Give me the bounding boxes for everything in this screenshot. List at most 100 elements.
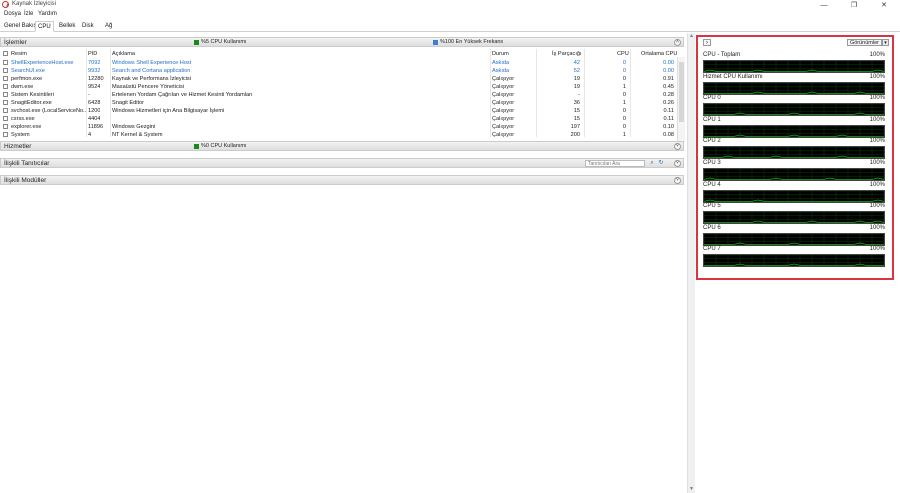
cpu-graph-plot [703, 81, 885, 95]
table-row[interactable]: SearchUI.exe 9932 Search and Cortana appli… [0, 67, 677, 75]
process-threads-cell: - [578, 92, 580, 98]
process-checkbox[interactable] [3, 84, 8, 89]
process-checkbox[interactable] [3, 60, 8, 65]
tab-overview[interactable]: Genel Bakış [2, 21, 39, 31]
process-status-cell: Çalışıyor [492, 92, 515, 98]
process-status-cell: Askıda [492, 60, 510, 66]
search-icon[interactable]: ⌕ [648, 160, 656, 167]
expand-services-icon[interactable]: ˅ [674, 143, 681, 150]
process-image-cell: Sistem Kesintileri [11, 92, 54, 98]
process-threads-cell: 15 [573, 108, 580, 114]
services-cpu-swatch [194, 143, 199, 149]
handles-header[interactable]: İlişkili Tanıtıcılar Tanıtıcıları Ara ⌕ … [0, 158, 684, 168]
cpu-graph-plot [703, 232, 885, 246]
cpu-graph-label: CPU 1 [703, 116, 721, 123]
process-description-cell: Kaynak ve Performans İzleyicisi [112, 76, 191, 82]
close-button[interactable]: ✕ [869, 0, 899, 10]
table-row[interactable]: dwm.exe 9524 Masaüstü Pencere Yöneticisi Ça… [0, 83, 677, 91]
cpu-graph-label: CPU 6 [703, 224, 721, 231]
menu-file[interactable]: Dosya [4, 11, 21, 17]
tab-network[interactable]: Ağ [103, 21, 114, 31]
cpu-graph-plot [703, 254, 885, 268]
process-threads-cell: 19 [573, 76, 580, 82]
maximize-button[interactable]: ❐ [839, 0, 869, 10]
handles-title: İlişkili Tanıtıcılar [4, 160, 50, 167]
process-checkbox[interactable] [3, 92, 8, 97]
process-image-cell: dwm.exe [11, 84, 34, 90]
process-checkbox[interactable] [3, 68, 8, 73]
process-status-cell: Çalışıyor [492, 108, 515, 114]
process-pid-cell: 1200 [88, 108, 101, 114]
processes-table: ShellExperienceHost.exe 7092 Windows Shell… [0, 33, 677, 137]
table-row[interactable]: System 4 NT Kernel & System Çalışıyor 200 1 0.… [0, 131, 677, 137]
table-row[interactable]: ShellExperienceHost.exe 7092 Windows Shell… [0, 59, 677, 67]
table-row[interactable]: Sistem Kesintileri - Ertelenen Yordam Çağr… [0, 91, 677, 99]
table-row[interactable]: perfmon.exe 12280 Kaynak ve Performans İzl… [0, 75, 677, 83]
tab-disk[interactable]: Disk [80, 21, 96, 31]
services-cpu-meter: %0 CPU Kullanımı [194, 143, 247, 149]
processes-scroll-thumb[interactable] [679, 62, 684, 122]
process-avg-cpu-cell: 0.28 [663, 92, 674, 98]
process-avg-cpu-cell: 0.26 [663, 100, 674, 106]
process-cpu-cell: 0 [622, 116, 626, 122]
scroll-down-arrow-icon[interactable]: ▼ [688, 486, 695, 493]
table-row[interactable]: csrss.exe 4404 Çalışıyor 15 0 0.11 [0, 115, 677, 123]
minimize-button[interactable]: — [809, 0, 839, 10]
cpu-graph-label: CPU 7 [703, 246, 721, 253]
process-description-cell: NT Kernel & System [112, 132, 163, 137]
cpu-graph-label: Hizmet CPU Kullanımı [703, 73, 763, 80]
modules-header[interactable]: İlişkili Modüller ˅ [0, 175, 684, 185]
process-checkbox[interactable] [3, 76, 8, 81]
tab-cpu[interactable]: CPU [35, 21, 54, 32]
table-row[interactable]: svchost.exe (LocalServiceNo... 1200 Window… [0, 107, 677, 115]
process-description-cell: Masaüstü Pencere Yöneticisi [112, 84, 185, 90]
process-checkbox[interactable] [3, 116, 8, 121]
refresh-icon[interactable]: ↻ [657, 160, 665, 167]
table-row[interactable]: SnagitEditor.exe 6428 Snagit Editor Çalışıy… [0, 99, 677, 107]
services-header[interactable]: Hizmetler %0 CPU Kullanımı ˅ [0, 141, 684, 151]
cpu-graph-plot [703, 124, 885, 138]
processes-scrollbar[interactable] [677, 57, 685, 143]
process-checkbox[interactable] [3, 124, 8, 129]
column-divider [584, 49, 585, 137]
cpu-graph-plot [703, 146, 885, 160]
process-checkbox[interactable] [3, 132, 8, 137]
expand-handles-icon[interactable]: ˅ [674, 160, 681, 167]
process-pid-cell: 9932 [88, 68, 101, 74]
scroll-up-arrow-icon[interactable]: ▲ [688, 33, 695, 40]
process-cpu-cell: 0 [622, 92, 626, 98]
expand-modules-icon[interactable]: ˅ [674, 177, 681, 184]
process-avg-cpu-cell: 0.45 [663, 84, 674, 90]
title-bar: Kaynak İzleyicisi — ❐ ✕ [0, 0, 900, 10]
process-checkbox[interactable] [3, 108, 8, 113]
table-row[interactable]: explorer.exe 11896 Windows Gezgini Çalışıyo… [0, 123, 677, 131]
menu-help[interactable]: Yardım [38, 11, 57, 17]
process-image-cell: SearchUI.exe [11, 68, 45, 74]
process-cpu-cell: 1 [622, 100, 626, 106]
collapse-panel-arrow-icon[interactable]: › [703, 39, 711, 46]
views-dropdown-chevron-icon[interactable]: ▾ [882, 39, 889, 46]
cpu-graph-max-label: 100% [869, 181, 885, 188]
process-avg-cpu-cell: 0.00 [663, 68, 674, 74]
process-pid-cell: 9524 [88, 84, 101, 90]
process-checkbox[interactable] [3, 100, 8, 105]
cpu-graph-max-label: 100% [869, 73, 885, 80]
cpu-graph-max-label: 100% [869, 224, 885, 231]
cpu-graph-max-label: 100% [869, 116, 885, 123]
column-divider [630, 49, 631, 137]
tab-memory[interactable]: Bellek [57, 21, 77, 31]
cpu-graph-label: CPU 0 [703, 95, 721, 102]
cpu-graph-label: CPU 5 [703, 203, 721, 210]
process-status-cell: Çalışıyor [492, 132, 515, 137]
process-description-cell: Windows Hizmetleri için Ana Bilgisayar İ… [112, 108, 225, 114]
column-divider [490, 49, 491, 137]
window-title: Kaynak İzleyicisi [12, 1, 57, 7]
cpu-graph-label: CPU 2 [703, 138, 721, 145]
process-cpu-cell: 0 [622, 124, 626, 130]
process-image-cell: perfmon.exe [11, 76, 43, 82]
handles-search-input[interactable]: Tanıtıcıları Ara [585, 160, 645, 167]
process-description-cell: Windows Shell Experience Host [112, 60, 192, 66]
views-dropdown[interactable]: Görünümler [846, 39, 882, 46]
menu-monitor[interactable]: İzle [24, 11, 33, 17]
main-scrollbar[interactable]: ▲ ▼ [687, 33, 695, 493]
